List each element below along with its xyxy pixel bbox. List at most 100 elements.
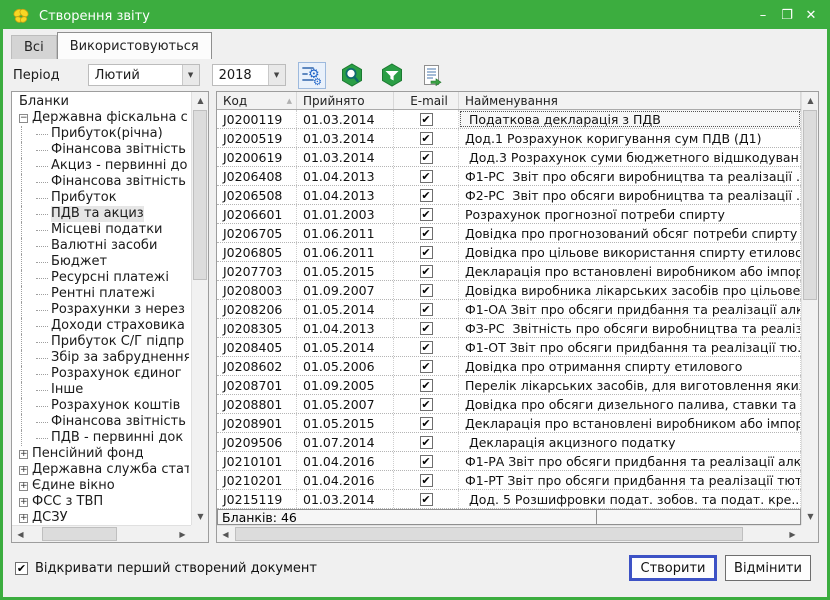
table-vertical-scrollbar[interactable]: ▲ ▼ <box>801 92 818 525</box>
tree-item[interactable]: +ДСЗУ <box>14 510 189 523</box>
tree-item[interactable]: Бюджет <box>14 254 189 270</box>
email-checkbox[interactable]: ✔ <box>420 322 433 335</box>
email-checkbox[interactable]: ✔ <box>420 132 433 145</box>
tree-item[interactable]: Розрахунки з нерез <box>14 302 189 318</box>
table-row[interactable]: J020680501.06.2011✔Довідка про цільове в… <box>217 243 801 262</box>
email-checkbox[interactable]: ✔ <box>420 398 433 411</box>
table-row[interactable]: J020051901.03.2014✔Дод.1 Розрахунок кори… <box>217 129 801 148</box>
scroll-left-icon[interactable]: ◀ <box>12 526 29 543</box>
expand-icon[interactable]: + <box>19 450 28 459</box>
table-row[interactable]: J020860201.05.2006✔Довідка про отримання… <box>217 357 801 376</box>
scroll-down-icon[interactable]: ▼ <box>802 508 819 525</box>
create-button[interactable]: Створити <box>629 555 717 581</box>
scroll-up-icon[interactable]: ▲ <box>192 92 209 109</box>
table-row[interactable]: J021010101.04.2016✔Ф1-РА Звіт про обсяги… <box>217 452 801 471</box>
table-row[interactable]: J021511901.03.2014✔ Дод. 5 Розшифровки п… <box>217 490 801 509</box>
table-row[interactable]: J020670501.06.2011✔Довідка про прогнозов… <box>217 224 801 243</box>
filter-button[interactable] <box>378 62 406 89</box>
minimize-button[interactable]: – <box>755 8 771 24</box>
tree-item[interactable]: ПДВ та акциз <box>14 206 189 222</box>
cancel-button[interactable]: Відмінити <box>725 555 811 581</box>
column-header-date[interactable]: Прийнято <box>297 92 394 109</box>
close-button[interactable]: ✕ <box>803 8 819 24</box>
tree-item[interactable]: −Державна фіскальна с <box>14 110 189 126</box>
scroll-down-icon[interactable]: ▼ <box>192 508 209 525</box>
expand-icon[interactable]: + <box>19 498 28 507</box>
tree-vertical-scrollbar[interactable]: ▲ ▼ <box>191 92 208 525</box>
process-gears-button[interactable]: ⚙ ⚙ <box>298 62 326 89</box>
table-row[interactable]: J020880101.05.2007✔Довідка про обсяги ди… <box>217 395 801 414</box>
table-horizontal-scrollbar[interactable]: ◀ ▶ <box>217 525 801 542</box>
year-select[interactable]: 2018 ▼ <box>212 64 286 86</box>
email-checkbox[interactable]: ✔ <box>420 265 433 278</box>
scroll-right-icon[interactable]: ▶ <box>784 526 801 543</box>
table-row[interactable]: J020011901.03.2014✔ Податкова декларація… <box>217 110 801 129</box>
table-row[interactable]: J020640801.04.2013✔Ф1-РС Звіт про обсяги… <box>217 167 801 186</box>
table-row[interactable]: J021020101.04.2016✔Ф1-РТ Звіт про обсяги… <box>217 471 801 490</box>
scrollbar-thumb[interactable] <box>193 110 207 280</box>
tree-item[interactable]: Рентні платежі <box>14 286 189 302</box>
table-row[interactable]: J020820601.05.2014✔Ф1-ОА Звіт про обсяги… <box>217 300 801 319</box>
email-checkbox[interactable]: ✔ <box>420 151 433 164</box>
report-button[interactable] <box>418 62 446 89</box>
table-row[interactable]: J020830501.04.2013✔ФЗ-РС Звітність про о… <box>217 319 801 338</box>
column-header-name[interactable]: Найменування <box>459 92 801 109</box>
tree-item[interactable]: Збір за забруднення <box>14 350 189 366</box>
expand-icon[interactable]: + <box>19 514 28 523</box>
tree-item[interactable]: +Єдине вікно <box>14 478 189 494</box>
tree-item[interactable]: Валютні засоби <box>14 238 189 254</box>
scroll-up-icon[interactable]: ▲ <box>802 92 819 109</box>
email-checkbox[interactable]: ✔ <box>420 227 433 240</box>
tree-horizontal-scrollbar[interactable]: ◀ ▶ <box>12 525 191 542</box>
email-checkbox[interactable]: ✔ <box>420 341 433 354</box>
email-checkbox[interactable]: ✔ <box>420 113 433 126</box>
table-row[interactable]: J020840501.05.2014✔Ф1-ОТ Звіт про обсяги… <box>217 338 801 357</box>
column-header-email[interactable]: E-mail <box>394 92 459 109</box>
tree-item[interactable]: Прибуток <box>14 190 189 206</box>
scrollbar-thumb[interactable] <box>42 527 117 541</box>
column-header-code[interactable]: Код ▲ <box>217 92 297 109</box>
chevron-down-icon[interactable]: ▼ <box>182 65 199 85</box>
maximize-button[interactable]: ❐ <box>779 8 795 24</box>
table-row[interactable]: J020870101.09.2005✔Перелік лікарських за… <box>217 376 801 395</box>
email-checkbox[interactable]: ✔ <box>420 303 433 316</box>
table-row[interactable]: J020800301.09.2007✔Довідка виробника лік… <box>217 281 801 300</box>
open-first-option[interactable]: ✔ Відкривати перший створений документ <box>15 561 317 576</box>
email-checkbox[interactable]: ✔ <box>420 474 433 487</box>
tab-used[interactable]: Використовуються <box>57 32 212 59</box>
email-checkbox[interactable]: ✔ <box>420 246 433 259</box>
scroll-left-icon[interactable]: ◀ <box>217 526 234 543</box>
email-checkbox[interactable]: ✔ <box>420 360 433 373</box>
scrollbar-thumb[interactable] <box>235 527 743 541</box>
month-select[interactable]: Лютий ▼ <box>88 64 200 86</box>
search-button[interactable] <box>338 62 366 89</box>
email-checkbox[interactable]: ✔ <box>420 379 433 392</box>
tree-item[interactable]: +ФСС з ТВП <box>14 494 189 510</box>
table-row[interactable]: J020950601.07.2014✔ Декларація акцизного… <box>217 433 801 452</box>
expand-icon[interactable]: + <box>19 482 28 491</box>
scrollbar-thumb[interactable] <box>803 110 817 300</box>
open-first-checkbox[interactable]: ✔ <box>15 562 28 575</box>
scroll-right-icon[interactable]: ▶ <box>174 526 191 543</box>
tab-all[interactable]: Всі <box>11 35 57 59</box>
tree-item[interactable]: Прибуток(річна) <box>14 126 189 142</box>
tree-item[interactable]: Бланки <box>14 94 189 110</box>
tree-item[interactable]: Фінансова звітність <box>14 142 189 158</box>
tree-item[interactable]: Місцеві податки <box>14 222 189 238</box>
tree-item[interactable]: Інше <box>14 382 189 398</box>
collapse-icon[interactable]: − <box>19 114 28 123</box>
tree-item[interactable]: Фінансова звітність <box>14 174 189 190</box>
email-checkbox[interactable]: ✔ <box>420 208 433 221</box>
table-row[interactable]: J020660101.01.2003✔Розрахунок прогнозної… <box>217 205 801 224</box>
tree-item[interactable]: Акциз - первинні до <box>14 158 189 174</box>
tree-item[interactable]: Розрахунок єдиног <box>14 366 189 382</box>
email-checkbox[interactable]: ✔ <box>420 417 433 430</box>
tree-item[interactable]: Фінансова звітність <box>14 414 189 430</box>
expand-icon[interactable]: + <box>19 466 28 475</box>
email-checkbox[interactable]: ✔ <box>420 189 433 202</box>
email-checkbox[interactable]: ✔ <box>420 284 433 297</box>
tree-item[interactable]: +Державна служба стат <box>14 462 189 478</box>
tree-item[interactable]: Доходи страховика <box>14 318 189 334</box>
email-checkbox[interactable]: ✔ <box>420 436 433 449</box>
chevron-down-icon[interactable]: ▼ <box>268 65 285 85</box>
